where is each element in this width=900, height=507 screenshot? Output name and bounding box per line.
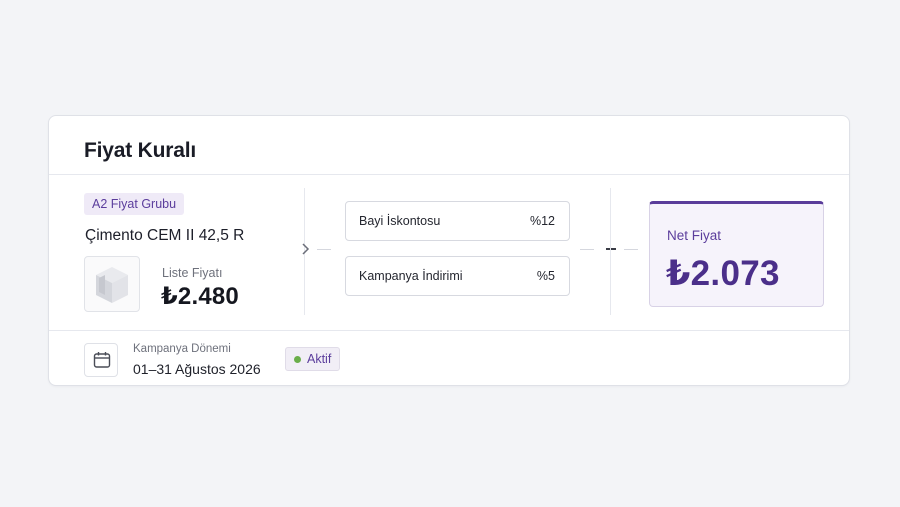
connector-line [317,249,331,250]
cement-bag-icon [84,256,140,312]
list-price-value: ₺2.480 [161,283,239,310]
campaign-period-value: 01–31 Ağustos 2026 [133,361,261,377]
divider [610,188,611,315]
net-price-value: ₺2.073 [666,254,780,293]
product-name: Çimento CEM II 42,5 R [85,227,245,244]
net-price-label: Net Fiyat [667,228,722,243]
rule-value: %12 [529,214,555,228]
campaign-period-label: Kampanya Dönemi [133,343,231,355]
divider [49,174,849,175]
rule-label: Kampanya İndirimi [359,269,463,283]
rule-value: %5 [536,269,555,283]
rule-campaign-discount: Kampanya İndirimi %5 [345,256,570,296]
connector-line [580,249,594,250]
calendar-icon [84,343,118,377]
price-rule-card: Fiyat Kuralı A2 Fiyat Grubu Çimento CEM … [48,115,850,386]
card-title: Fiyat Kuralı [84,139,196,162]
rule-dealer-discount: Bayi İskontosu %12 [345,201,570,241]
connector-line [624,249,638,250]
list-price-label: Liste Fiyatı [162,266,223,280]
net-price-box: Net Fiyat ₺2.073 [649,201,824,307]
status-badge: Aktif [285,347,341,371]
chevron-right-icon [300,242,316,256]
rule-label: Bayi İskontosu [359,214,441,228]
minus-icon [606,248,616,250]
divider [49,330,849,331]
price-group-badge: A2 Fiyat Grubu [84,193,185,215]
status-label: Aktif [307,352,332,366]
status-dot-icon [294,355,301,363]
